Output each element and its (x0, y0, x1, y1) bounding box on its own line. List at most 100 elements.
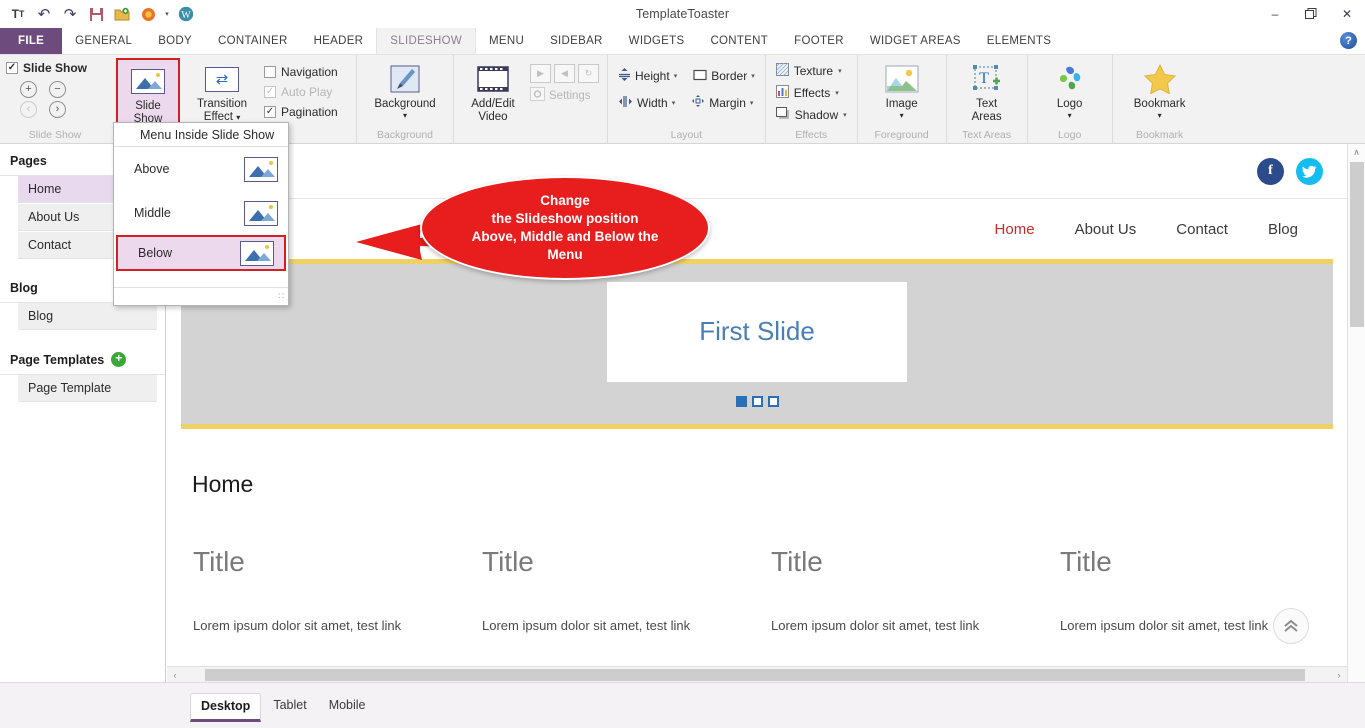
tab-elements[interactable]: ELEMENTS (974, 28, 1064, 54)
bookmark-button[interactable]: Bookmark ▾ (1123, 58, 1197, 122)
minimize-button[interactable]: – (1257, 0, 1293, 28)
width-button[interactable]: Width ▾ (618, 95, 675, 111)
tab-header[interactable]: HEADER (301, 28, 377, 54)
navigation-checkbox[interactable]: ✓ Navigation (264, 65, 350, 79)
vertical-scrollbar[interactable]: ∧ ∨ (1347, 144, 1365, 704)
transition-button-line1: Transition (197, 98, 247, 110)
device-tab-mobile[interactable]: Mobile (319, 693, 376, 722)
shadow-button[interactable]: Shadow ▾ (776, 107, 847, 123)
pagination-dot-2[interactable] (752, 396, 763, 407)
preview-nav-home[interactable]: Home (995, 221, 1035, 238)
device-tab-desktop[interactable]: Desktop (190, 693, 261, 722)
margin-button[interactable]: Margin ▾ (691, 94, 753, 111)
play-button[interactable]: ▶ (530, 64, 551, 83)
callout-line-1: Change (526, 193, 604, 208)
text-areas-icon: T (972, 61, 1002, 97)
chevron-down-icon[interactable]: ▾ (236, 113, 240, 122)
chevron-down-icon[interactable]: ▾ (674, 72, 678, 80)
chevron-down-icon[interactable]: ▾ (750, 99, 754, 107)
chevron-down-icon[interactable]: ▾ (1068, 112, 1072, 119)
dropdown-footer: ∷ (114, 287, 288, 305)
tab-content[interactable]: CONTENT (697, 28, 781, 54)
pagination-dot-3[interactable] (768, 396, 779, 407)
video-settings-button[interactable]: Settings (530, 87, 599, 104)
next-slide-button[interactable]: › (49, 101, 66, 118)
dropdown-item-above[interactable]: Above (114, 147, 288, 191)
tab-menu[interactable]: MENU (476, 28, 537, 54)
background-button[interactable]: Background ▾ (367, 58, 443, 122)
rewind-button[interactable]: ◀ (554, 64, 575, 83)
twitter-icon[interactable] (1296, 158, 1323, 185)
preview-column: Title Lorem ipsum dolor sit amet, test l… (179, 546, 468, 633)
preview-nav-blog[interactable]: Blog (1268, 221, 1298, 238)
preview-column-body: Lorem ipsum dolor sit amet, test link (771, 618, 1032, 633)
scroll-up-button[interactable]: ∧ (1348, 144, 1365, 161)
effects-button[interactable]: Effects ▾ (776, 85, 847, 101)
transition-effect-button[interactable]: ⇄ Transition Effect ▾ (188, 58, 256, 127)
chevron-down-icon[interactable]: ▾ (1158, 112, 1162, 119)
group-label-foreground: Foreground (870, 128, 934, 143)
page-templates-label: Page Templates (10, 353, 104, 367)
tab-body[interactable]: BODY (145, 28, 205, 54)
loop-button[interactable]: ↻ (578, 64, 599, 83)
remove-slide-button[interactable]: − (49, 81, 66, 98)
tab-sidebar[interactable]: SIDEBAR (537, 28, 616, 54)
sidebar-item-page-template[interactable]: Page Template (18, 375, 157, 402)
tab-file[interactable]: FILE (0, 28, 62, 54)
dropdown-item-middle[interactable]: Middle (114, 191, 288, 235)
video-button-line2: Video (478, 111, 507, 123)
tab-slideshow[interactable]: SLIDESHOW (376, 28, 476, 54)
pagination-checkbox[interactable]: ✓ Pagination (264, 105, 350, 119)
tab-container[interactable]: CONTAINER (205, 28, 301, 54)
vertical-scroll-thumb[interactable] (1350, 162, 1364, 327)
add-slide-button[interactable]: + (20, 81, 37, 98)
scroll-left-button[interactable]: ‹ (167, 667, 183, 683)
text-areas-button[interactable]: T Text Areas (955, 58, 1019, 127)
height-button[interactable]: Height ▾ (618, 67, 677, 85)
dropdown-item-below[interactable]: Below (116, 235, 286, 271)
auto-play-checkbox[interactable]: ✓ Auto Play (264, 85, 350, 99)
restore-button[interactable] (1293, 0, 1329, 28)
chevron-down-icon[interactable]: ▾ (751, 72, 755, 80)
chevron-down-icon[interactable]: ▾ (403, 112, 407, 119)
preview-nav-contact[interactable]: Contact (1176, 221, 1228, 238)
sidebar-item-blog[interactable]: Blog (18, 303, 157, 330)
chevron-down-icon[interactable]: ▾ (838, 67, 842, 75)
ribbon-group-bookmark: Bookmark ▾ Bookmark (1112, 55, 1207, 143)
logo-button[interactable]: Logo ▾ (1038, 58, 1102, 122)
close-button[interactable]: ✕ (1329, 0, 1365, 28)
pagination-dot-1[interactable] (736, 396, 747, 407)
text-areas-line1: Text (976, 98, 997, 110)
chevron-down-icon[interactable]: ▾ (835, 89, 839, 97)
texture-button[interactable]: Texture ▾ (776, 63, 847, 79)
facebook-icon[interactable]: f (1257, 158, 1284, 185)
add-page-template-button[interactable]: + (111, 352, 126, 367)
scroll-to-top-button[interactable] (1273, 608, 1309, 644)
chevron-down-icon[interactable]: ▾ (672, 99, 676, 107)
previous-slide-button[interactable]: ‹ (20, 101, 37, 118)
tab-general[interactable]: GENERAL (62, 28, 145, 54)
horizontal-scrollbar[interactable]: ‹ › (167, 666, 1347, 682)
preview-column-title: Title (1060, 546, 1321, 578)
image-button[interactable]: Image ▾ (870, 58, 934, 122)
scroll-right-button[interactable]: › (1331, 667, 1347, 683)
chevron-down-icon[interactable]: ▾ (843, 111, 847, 119)
border-button[interactable]: Border ▾ (693, 69, 755, 84)
width-label: Width (637, 96, 668, 110)
help-icon[interactable]: ? (1340, 32, 1357, 49)
device-preview-tabs: Desktop Tablet Mobile (190, 693, 376, 722)
transition-effect-icon: ⇄ (205, 61, 239, 97)
tab-footer[interactable]: FOOTER (781, 28, 857, 54)
tab-widget-areas[interactable]: WIDGET AREAS (857, 28, 974, 54)
slide-show-position-dropdown: Menu Inside Slide Show Above Middle Belo… (113, 122, 289, 306)
horizontal-scroll-thumb[interactable] (205, 669, 1305, 681)
image-button-label: Image (886, 98, 918, 111)
chevron-down-icon[interactable]: ▾ (900, 112, 904, 119)
slideshow-enable-checkbox[interactable]: ✓ Slide Show (6, 61, 104, 75)
preview-column-body: Lorem ipsum dolor sit amet, test link (193, 618, 454, 633)
resize-grip-icon[interactable]: ∷ (278, 291, 284, 302)
device-tab-tablet[interactable]: Tablet (263, 693, 316, 722)
tab-widgets[interactable]: WIDGETS (616, 28, 698, 54)
preview-nav-about-us[interactable]: About Us (1075, 221, 1137, 238)
add-edit-video-button[interactable]: Add/Edit Video (462, 58, 524, 127)
